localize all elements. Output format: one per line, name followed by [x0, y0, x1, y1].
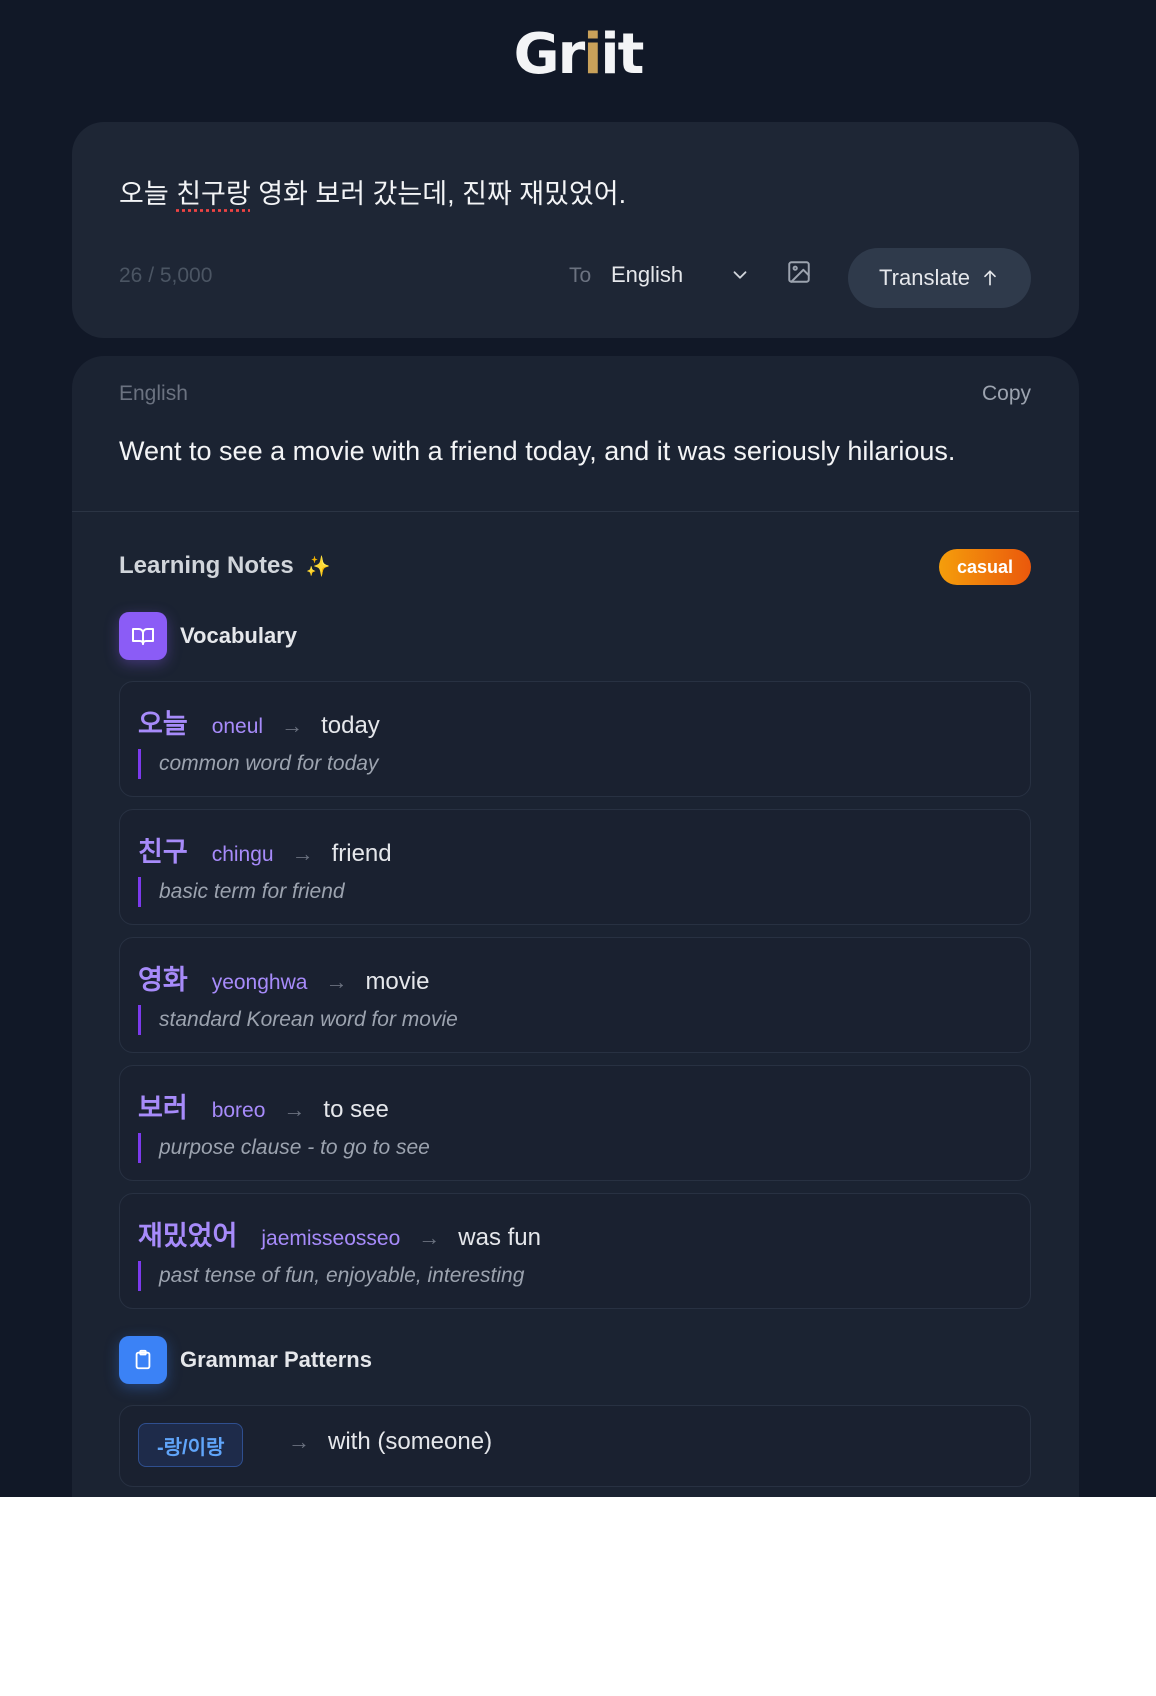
vocab-korean: 영화	[138, 965, 188, 995]
clipboard-icon	[119, 1336, 167, 1384]
vocab-korean: 재밌었어	[138, 1221, 238, 1251]
vocab-korean: 친구	[138, 837, 188, 867]
input-card: 오늘 친구랑 영화 보러 갔는데, 진짜 재밌었어. 26 / 5,000 To…	[72, 122, 1079, 338]
arrow-right-icon: →	[281, 713, 304, 738]
logo-prefix: Gr	[513, 22, 586, 87]
logo: Griit	[0, 22, 1156, 87]
grammar-pattern-chip: -랑/이랑	[138, 1423, 244, 1467]
target-language-select[interactable]: English	[611, 254, 751, 296]
arrow-right-icon: →	[418, 1225, 441, 1250]
image-icon	[788, 261, 810, 283]
vocab-romanization: chingu	[211, 843, 274, 866]
vocab-meaning: to see	[323, 1096, 389, 1123]
vocabulary-title: Vocabulary	[180, 623, 297, 648]
grammar-header: Grammar Patterns	[119, 1336, 372, 1384]
translate-button[interactable]: Translate	[848, 248, 1031, 308]
sparkle-icon: ✨	[305, 555, 331, 578]
logo-accent: i	[583, 22, 602, 87]
arrow-right-icon: →	[288, 1429, 310, 1454]
to-label: To	[569, 264, 592, 287]
grammar-title: Grammar Patterns	[180, 1347, 372, 1372]
logo-suffix: it	[600, 22, 644, 87]
spellcheck-flagged-word: 친구랑	[176, 179, 251, 209]
vocab-korean: 오늘	[138, 709, 188, 739]
app-root: Griit 오늘 친구랑 영화 보러 갔는데, 진짜 재밌었어. 26 / 5,…	[0, 0, 1156, 1497]
vocab-romanization: yeonghwa	[211, 971, 308, 994]
vocab-card: 영화 yeonghwa → movie standard Korean word…	[119, 937, 1031, 1053]
arrow-right-icon: →	[325, 969, 348, 994]
vocab-card: 오늘 oneul → today common word for today	[119, 681, 1031, 797]
grammar-meaning: with (someone)	[328, 1428, 493, 1455]
arrow-right-icon: →	[291, 841, 314, 866]
vocab-korean: 보러	[138, 1093, 188, 1123]
learning-notes-title: Learning Notes ✨	[119, 552, 331, 580]
vocab-meaning: today	[321, 712, 380, 739]
tone-badge: casual	[938, 549, 1031, 585]
book-icon	[119, 612, 167, 660]
vocab-meaning: friend	[331, 840, 392, 867]
vocab-note: purpose clause - to go to see	[138, 1133, 430, 1163]
vocab-card: 재밌었어 jaemisseosseo → was fun past tense …	[119, 1193, 1031, 1309]
vocab-meaning: movie	[365, 968, 430, 995]
chevron-down-icon	[733, 271, 747, 279]
char-count: 26 / 5,000	[119, 264, 213, 287]
result-language-label: English	[119, 382, 188, 405]
translation-output: Went to see a movie with a friend today,…	[119, 436, 956, 466]
copy-button[interactable]: Copy	[982, 382, 1031, 406]
source-text-part: 오늘	[119, 179, 177, 209]
vocab-card: 친구 chingu → friend basic term for friend	[119, 809, 1031, 925]
source-text-part: 영화 보러 갔는데, 진짜 재밌었어.	[250, 179, 627, 209]
target-language-value: English	[611, 262, 684, 287]
vocab-card: 보러 boreo → to see purpose clause - to go…	[119, 1065, 1031, 1181]
source-text-input[interactable]: 오늘 친구랑 영화 보러 갔는데, 진짜 재밌었어.	[119, 172, 626, 211]
learning-notes-label: Learning Notes	[119, 552, 294, 579]
arrow-right-icon: →	[283, 1097, 306, 1122]
arrow-up-icon	[984, 270, 996, 286]
vocab-romanization: oneul	[211, 715, 264, 738]
vocab-note: basic term for friend	[138, 877, 345, 907]
vocabulary-header: Vocabulary	[119, 612, 297, 660]
result-card: English Copy Went to see a movie with a …	[72, 356, 1079, 1497]
vocab-meaning: was fun	[458, 1224, 541, 1251]
vocab-note: past tense of fun, enjoyable, interestin…	[138, 1261, 524, 1291]
translate-label: Translate	[879, 265, 970, 290]
vocab-note: standard Korean word for movie	[138, 1005, 458, 1035]
divider	[72, 511, 1079, 512]
vocab-romanization: jaemisseosseo	[261, 1227, 401, 1250]
grammar-card: -랑/이랑 → with (someone)	[119, 1405, 1031, 1487]
image-upload-button[interactable]	[784, 257, 814, 287]
vocab-romanization: boreo	[211, 1099, 266, 1122]
vocab-note: common word for today	[138, 749, 378, 779]
